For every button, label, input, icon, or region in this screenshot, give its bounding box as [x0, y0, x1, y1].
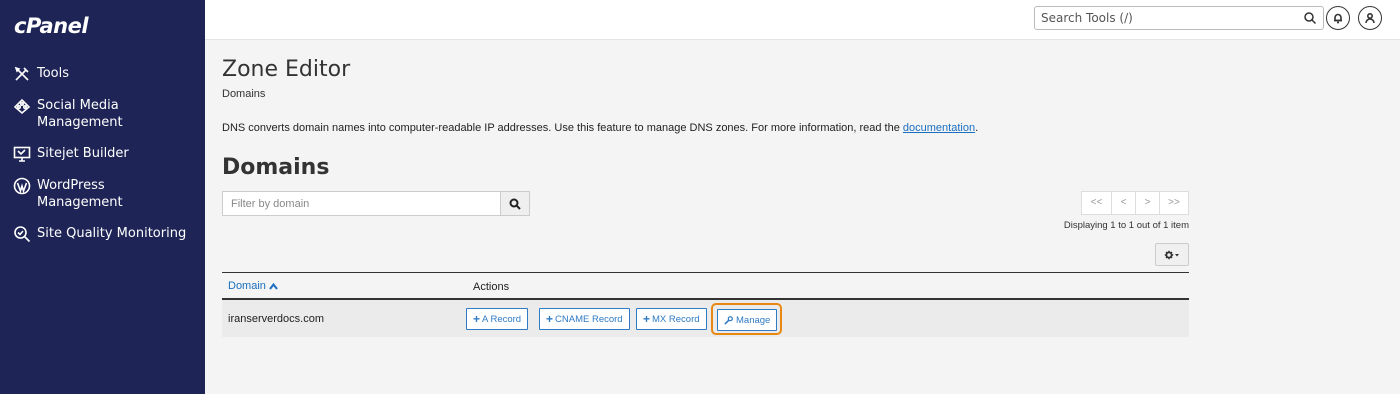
table-row: iranserverdocs.com + A Record + CNAME Reco… [222, 300, 1189, 337]
plus-icon: + [473, 312, 481, 326]
pager-last[interactable]: >> [1159, 191, 1189, 215]
displaying-count: Displaying 1 to 1 out of 1 item [1063, 220, 1189, 231]
column-domain-sort[interactable]: Domain [228, 280, 278, 292]
sidebar-item-site-quality[interactable]: Site Quality Monitoring [0, 222, 205, 246]
a-record-button[interactable]: + A Record [466, 308, 529, 330]
sidebar-item-wordpress[interactable]: WordPress Management [0, 174, 205, 214]
user-menu-button[interactable] [1358, 6, 1382, 30]
filter-search-button[interactable] [500, 192, 529, 215]
breadcrumb: Domains [222, 88, 266, 100]
sidebar-item-label: Sitejet Builder [37, 146, 129, 161]
top-bar [205, 0, 1400, 40]
domain-name: iranserverdocs.com [228, 313, 324, 325]
manage-button[interactable]: Manage [717, 309, 778, 331]
search-tools [1034, 6, 1324, 30]
sidebar-item-label: WordPress Management [37, 178, 123, 210]
page-description: DNS converts domain names into computer-… [222, 122, 979, 134]
pager-prev[interactable]: < [1111, 191, 1136, 215]
search-icon [509, 198, 521, 210]
site-quality-icon [12, 225, 32, 243]
gear-icon [1164, 250, 1179, 259]
sidebar: cPanel Tools Social Media Management Sit… [0, 0, 205, 394]
tools-icon [12, 65, 32, 83]
user-icon [1365, 12, 1375, 24]
sidebar-item-label: Tools [37, 66, 70, 81]
documentation-link[interactable]: documentation [903, 122, 975, 134]
sidebar-item-label: Social Media Management [37, 98, 123, 130]
search-icon[interactable] [1303, 11, 1317, 25]
cpanel-logo[interactable]: cPanel [14, 14, 89, 38]
domains-table: Domain Actions iranserverdocs.com + A Rec… [222, 272, 1189, 337]
page-title: Zone Editor [222, 57, 351, 82]
wrench-icon [724, 315, 733, 325]
notifications-button[interactable] [1326, 6, 1350, 30]
sidebar-item-label: Site Quality Monitoring [37, 226, 187, 241]
sidebar-item-sitejet[interactable]: Sitejet Builder [0, 142, 205, 166]
sidebar-nav: Tools Social Media Management Sitejet Bu… [0, 62, 205, 254]
pagination: << < > >> [1081, 191, 1189, 215]
column-actions: Actions [473, 281, 510, 293]
cname-record-button[interactable]: + CNAME Record [539, 308, 630, 330]
plus-icon: + [643, 312, 651, 326]
settings-button[interactable] [1155, 243, 1189, 266]
pager-next[interactable]: > [1135, 191, 1160, 215]
section-title: Domains [222, 155, 330, 180]
sidebar-item-social-media[interactable]: Social Media Management [0, 94, 205, 134]
search-input[interactable] [1035, 7, 1290, 29]
plus-icon: + [546, 312, 554, 326]
pager-first[interactable]: << [1081, 191, 1112, 215]
manage-highlight: Manage [711, 303, 782, 335]
sort-ascending-icon [269, 282, 278, 290]
social-media-icon [12, 97, 32, 115]
sidebar-item-tools[interactable]: Tools [0, 62, 205, 86]
filter-input[interactable] [223, 192, 500, 215]
table-header: Domain Actions [222, 272, 1189, 300]
bell-icon [1334, 13, 1342, 24]
domain-filter [222, 191, 530, 216]
wordpress-icon [12, 177, 32, 195]
sitejet-icon [12, 145, 32, 163]
mx-record-button[interactable]: + MX Record [636, 308, 707, 330]
